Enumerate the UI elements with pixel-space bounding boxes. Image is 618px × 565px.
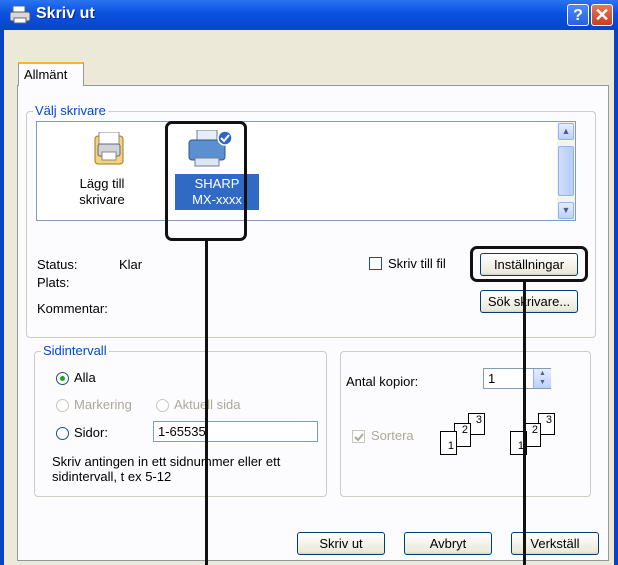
add-printer-icon (94, 132, 124, 165)
radio-selection (56, 399, 69, 412)
print-button[interactable]: Skriv ut (297, 532, 385, 555)
preferences-callout-line (523, 282, 526, 565)
collate-label: Sortera (371, 428, 414, 443)
print-to-file-label[interactable]: Skriv till fil (388, 256, 446, 271)
copies-label: Antal kopior: (346, 374, 419, 389)
page-range-hint-line2: sidintervall, t ex 5-12 (52, 469, 172, 484)
spin-up-icon[interactable]: ▲ (534, 369, 551, 378)
cancel-button[interactable]: Avbryt (404, 532, 492, 555)
list-item-add-printer[interactable]: Lägg till skrivare (57, 130, 147, 214)
print-dialog-window: Skriv ut ? ✕ Allmänt Välj skrivare Lägg … (0, 0, 618, 565)
location-label: Plats: (37, 275, 70, 290)
scroll-thumb[interactable] (558, 146, 574, 196)
scroll-up-icon[interactable]: ▲ (558, 123, 574, 140)
printer-callout-box (165, 121, 247, 241)
radio-all-label[interactable]: Alla (74, 370, 96, 385)
status-label: Status: (37, 257, 78, 272)
radio-all[interactable] (56, 372, 69, 385)
print-to-file-checkbox[interactable] (369, 257, 382, 270)
close-button[interactable]: ✕ (591, 4, 613, 26)
printer-icon (10, 6, 31, 24)
title-bar[interactable]: Skriv ut ? ✕ (0, 0, 618, 30)
comment-label: Kommentar: (37, 301, 108, 316)
status-value: Klar (119, 257, 143, 272)
collate-stack-1-icon: 3 2 1 (440, 413, 510, 459)
copies-spinner[interactable]: ▲ ▼ (533, 369, 551, 388)
preferences-callout-box (470, 246, 588, 282)
collate-stack-2-icon: 3 2 1 (510, 413, 580, 459)
radio-pages-label[interactable]: Sidor: (74, 425, 108, 440)
collate-checkbox[interactable] (352, 430, 365, 443)
radio-selection-label: Markering (74, 397, 132, 412)
scroll-down-icon[interactable]: ▼ (558, 202, 574, 219)
check-icon (354, 433, 364, 442)
printer-list[interactable]: Lägg till skrivare SHARP MX-xxxx ▲ ▼ (36, 121, 576, 221)
add-printer-label-line2: skrivare (79, 192, 125, 207)
radio-pages[interactable] (56, 427, 69, 440)
help-button[interactable]: ? (567, 4, 589, 26)
pages-input[interactable]: 1-65535 (153, 421, 318, 442)
radio-current-page (156, 399, 169, 412)
spin-down-icon[interactable]: ▼ (534, 378, 551, 387)
page-range-hint-line1: Skriv antingen in ett sidnummer eller et… (52, 454, 281, 469)
printer-callout-line (205, 241, 208, 565)
find-printer-button[interactable]: Sök skrivare... (480, 290, 578, 313)
window-title: Skriv ut (36, 5, 95, 22)
tab-general[interactable]: Allmänt (18, 62, 84, 86)
printer-list-scrollbar[interactable]: ▲ ▼ (557, 122, 575, 220)
page-range-group-title: Sidintervall (41, 343, 109, 358)
select-printer-group-title: Välj skrivare (33, 103, 108, 118)
add-printer-label-line1: Lägg till (79, 176, 125, 191)
